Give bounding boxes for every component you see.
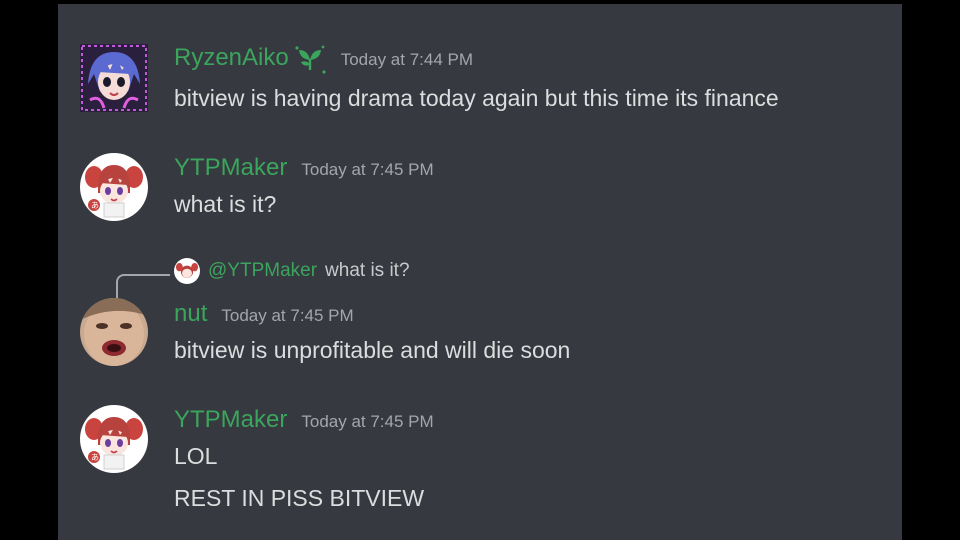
message-header: RyzenAiko Today at 7:44 PM bbox=[174, 44, 473, 76]
message-text: what is it? bbox=[174, 191, 277, 217]
avatar-ytpmaker[interactable]: あ bbox=[80, 405, 148, 473]
avatar-ryzenaiko[interactable] bbox=[80, 44, 148, 112]
avatar-ytpmaker[interactable]: あ bbox=[80, 153, 148, 221]
avatar-nut[interactable] bbox=[80, 298, 148, 366]
reply-preview[interactable]: @YTPMaker what is it? bbox=[116, 258, 410, 298]
message-header: YTPMaker Today at 7:45 PM bbox=[174, 154, 434, 182]
username[interactable]: YTPMaker bbox=[174, 406, 287, 434]
timestamp: Today at 7:45 PM bbox=[221, 306, 354, 325]
message-text: bitview is unprofitable and will die soo… bbox=[174, 337, 571, 363]
chat-panel: RyzenAiko Today at 7:44 PM bitview is ha… bbox=[58, 4, 902, 540]
reply-text: what is it? bbox=[325, 260, 410, 281]
reply-spine bbox=[116, 274, 170, 298]
username[interactable]: YTPMaker bbox=[174, 154, 287, 182]
message-text: LOL bbox=[174, 443, 218, 469]
reply-avatar bbox=[174, 258, 200, 284]
timestamp: Today at 7:45 PM bbox=[301, 412, 434, 431]
sprout-icon bbox=[293, 44, 327, 76]
timestamp: Today at 7:45 PM bbox=[301, 160, 434, 179]
message-text: REST IN PISS BITVIEW bbox=[174, 485, 425, 511]
message-header: nut Today at 7:45 PM bbox=[174, 300, 354, 328]
timestamp: Today at 7:44 PM bbox=[340, 50, 474, 69]
message-header: YTPMaker Today at 7:45 PM bbox=[174, 406, 434, 434]
username[interactable]: nut bbox=[174, 300, 207, 328]
svg-text:あ: あ bbox=[91, 453, 99, 462]
username[interactable]: RyzenAiko bbox=[174, 44, 289, 72]
svg-text:あ: あ bbox=[91, 201, 99, 210]
message-text: bitview is having drama today again but … bbox=[174, 85, 779, 111]
reply-mention[interactable]: @YTPMaker bbox=[208, 260, 317, 282]
